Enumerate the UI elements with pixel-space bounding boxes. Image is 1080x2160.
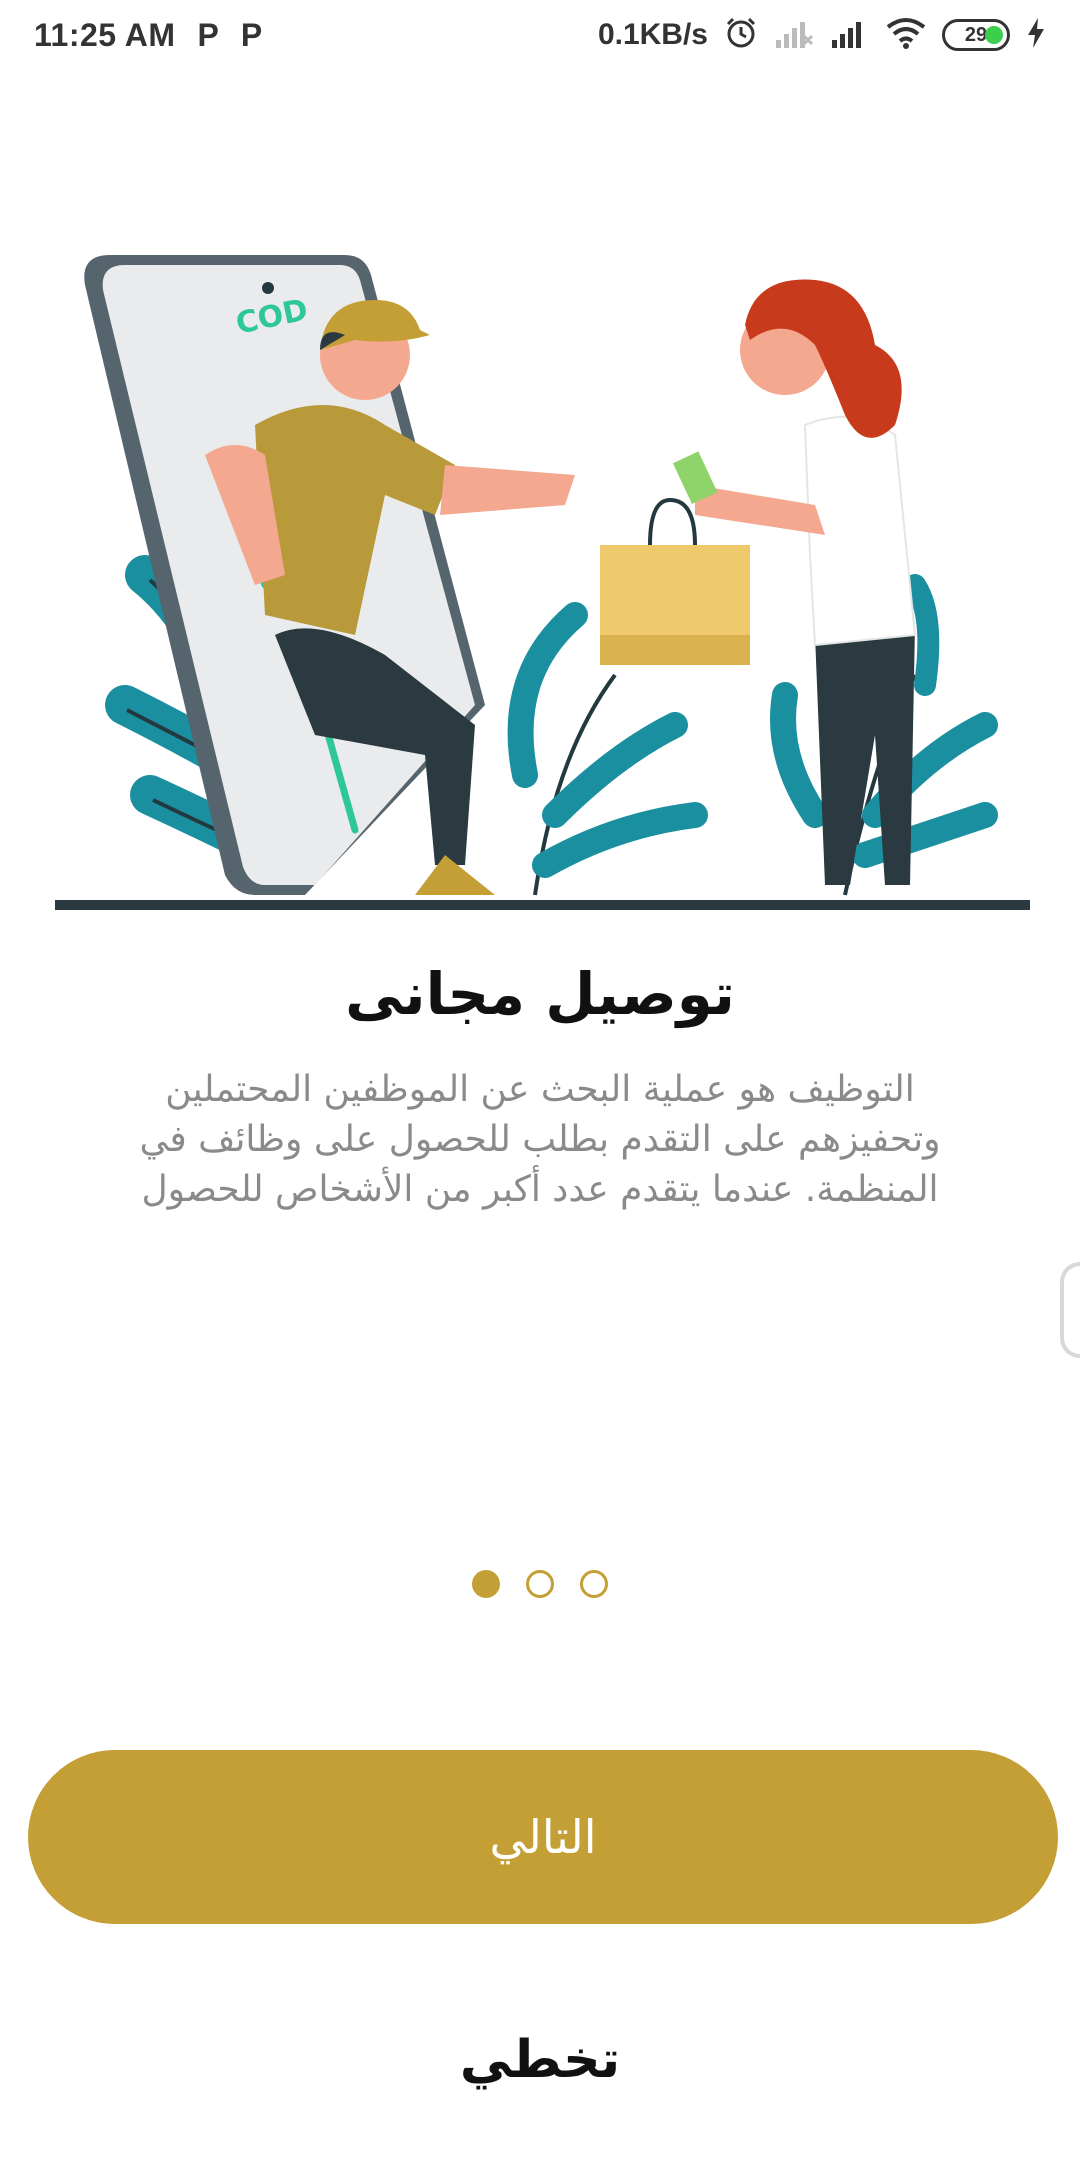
status-left: 11:25 AM P P — [34, 17, 262, 54]
signal-off-icon — [774, 18, 814, 53]
battery-level: 29 — [964, 23, 988, 46]
status-bar: 11:25 AM P P 0.1KB/s 29 — [0, 0, 1080, 70]
status-right: 0.1KB/s 29 — [582, 16, 1046, 55]
wifi-icon — [886, 17, 926, 54]
page-description: التوظيف هو عملية البحث عن الموظفين المحت… — [139, 1069, 941, 1210]
edge-handle[interactable] — [1060, 1262, 1080, 1358]
delivery-illustration: COD — [55, 255, 1030, 915]
net-speed: 0.1KB/s — [597, 18, 708, 51]
next-button[interactable]: التالي — [28, 1750, 1058, 1924]
shopping-bag-icon — [600, 497, 750, 665]
page-indicator — [0, 1570, 1080, 1598]
page-title: توصيل مجانى — [345, 960, 735, 1028]
page-dot-3[interactable] — [580, 1570, 608, 1598]
notification-p-icon: P — [240, 16, 263, 53]
alarm-icon — [724, 16, 758, 55]
skip-button[interactable]: تخطي — [0, 2030, 1080, 2090]
charging-icon — [1026, 17, 1046, 54]
battery-fill — [985, 26, 1003, 44]
onboarding-screen: 11:25 AM P P 0.1KB/s 29 COD توصيل مجانى … — [0, 0, 1080, 2160]
battery-icon: 29 — [942, 19, 1010, 51]
signal-icon — [830, 18, 870, 53]
ground-line — [55, 900, 1030, 910]
page-dot-1[interactable] — [472, 1570, 500, 1598]
page-dot-2[interactable] — [526, 1570, 554, 1598]
notification-p-icon: P — [197, 16, 219, 53]
status-time: 11:25 AM — [34, 16, 176, 53]
